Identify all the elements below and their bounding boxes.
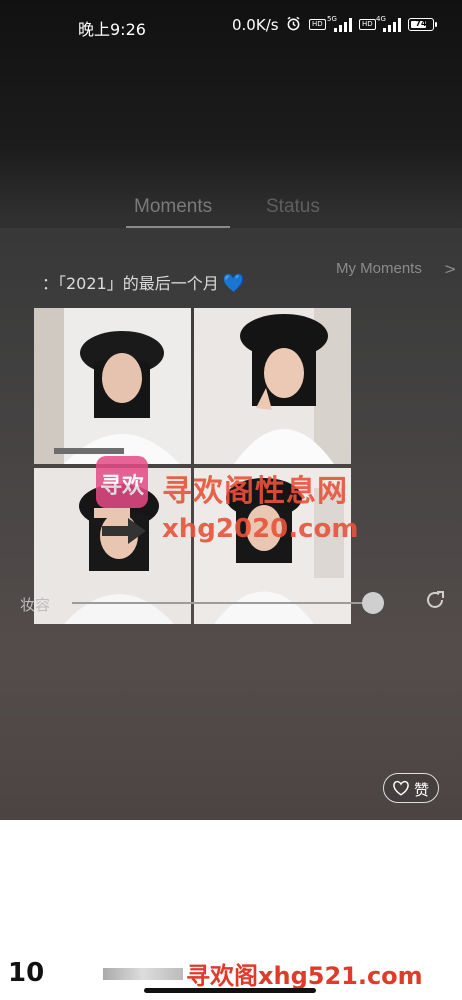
slider-label: 妆容 xyxy=(20,596,51,614)
watermark-logo: 寻欢 xyxy=(96,456,148,508)
my-moments-link[interactable]: My Moments xyxy=(336,260,422,277)
tab-status[interactable]: Status xyxy=(266,196,320,218)
bottom-number: 10 xyxy=(8,958,45,988)
watermark-title: 寻欢阁性息网 xyxy=(162,474,348,509)
like-button[interactable]: 赞 xyxy=(383,773,439,803)
hd-badge-1: HD xyxy=(309,19,326,30)
tab-moments[interactable]: Moments xyxy=(134,196,212,218)
home-indicator[interactable] xyxy=(144,988,316,993)
photo-2[interactable] xyxy=(194,308,351,464)
active-tab-indicator xyxy=(126,226,230,228)
post-text: ：「2021」的最后一个月 💙 xyxy=(42,270,245,294)
watermark-footer: 寻欢阁xhg521.com xyxy=(186,962,423,990)
battery-icon: 74 xyxy=(408,18,437,31)
network-speed: 0.0K/s xyxy=(232,16,279,34)
arrow-right-icon xyxy=(102,518,146,544)
watermark-logo-text: 寻欢 xyxy=(99,474,144,499)
status-bar: 晚上9:26 0.0K/s HD 5G HD 4G 74 xyxy=(0,0,462,52)
post-caption: ：「2021」的最后一个月 xyxy=(42,274,219,293)
refresh-icon[interactable] xyxy=(424,589,446,611)
alarm-icon xyxy=(287,16,300,31)
hd-badge-2: HD xyxy=(359,19,376,30)
photo-1[interactable] xyxy=(34,308,191,464)
signal-icon xyxy=(334,18,352,32)
battery-percent: 74 xyxy=(415,19,427,28)
slider-knob[interactable] xyxy=(361,592,384,614)
chevron-right-icon[interactable]: > xyxy=(444,260,457,278)
watermark-url: xhg2020.com xyxy=(162,514,359,544)
signal-icon-2 xyxy=(383,18,401,32)
heart-outline-icon xyxy=(393,780,409,796)
bottom-thumbnail[interactable] xyxy=(103,968,183,980)
like-label: 赞 xyxy=(414,781,430,799)
slider-track[interactable] xyxy=(72,602,382,604)
status-time: 晚上9:26 xyxy=(78,20,146,39)
blue-heart-icon: 💙 xyxy=(222,273,246,294)
